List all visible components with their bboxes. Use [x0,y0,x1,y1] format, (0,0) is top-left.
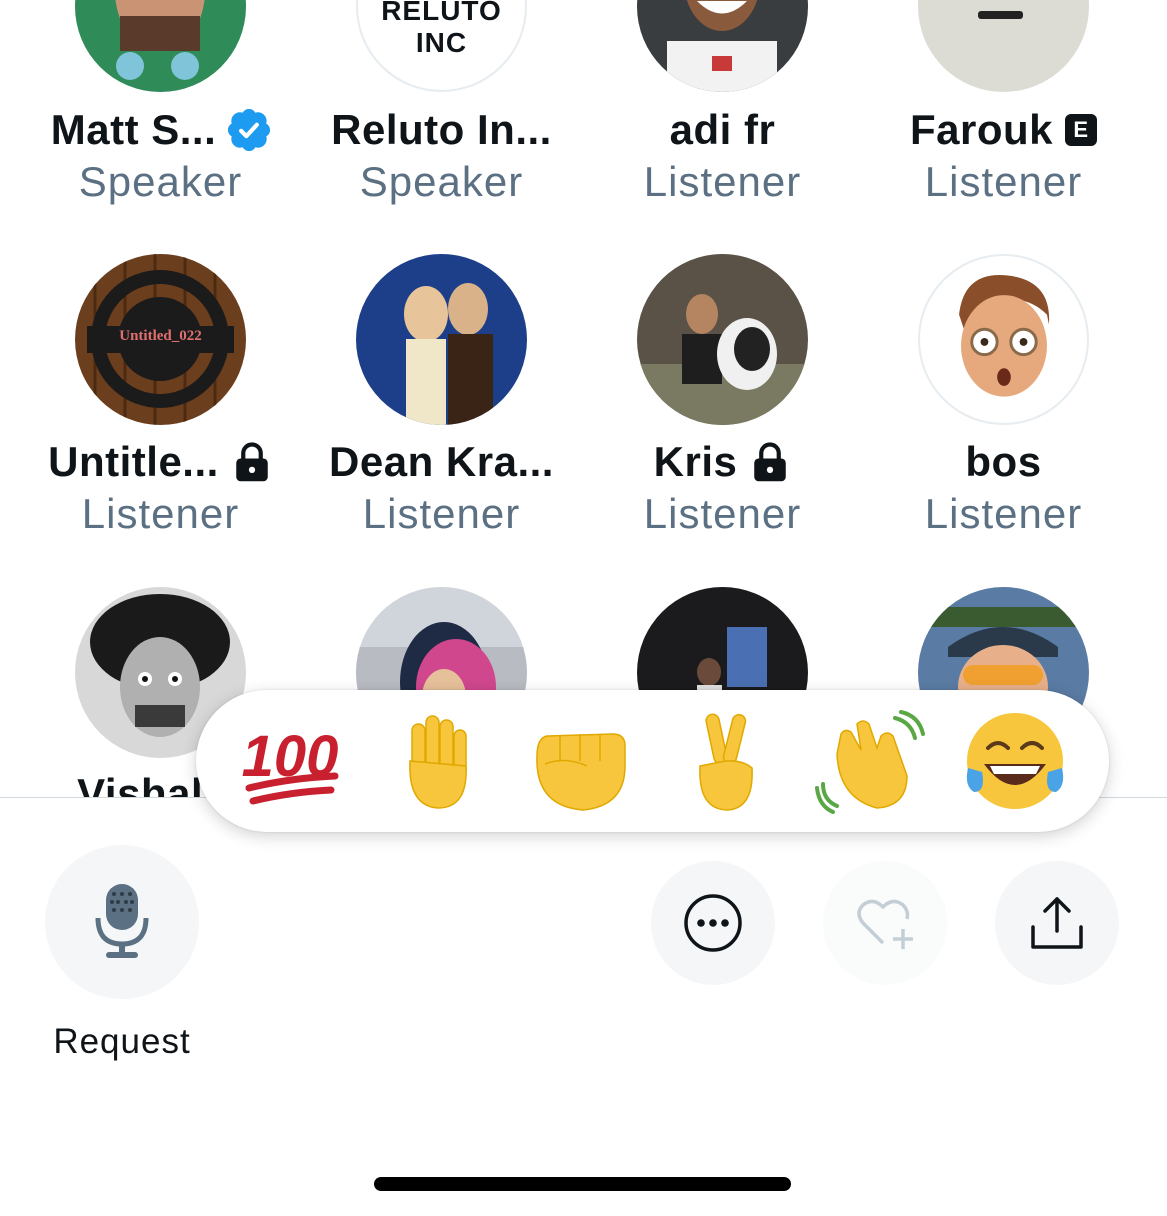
participant-name: Dean Kra... [329,438,554,485]
participant-name: Kris [653,438,738,485]
avatar[interactable] [356,254,527,425]
avatar[interactable] [918,254,1089,425]
participant-role: Speaker [359,158,524,205]
avatar-logo-text: RELUTO INC [381,0,502,58]
participants-grid: Matt S... Speaker RELUTO INC Reluto In..… [0,0,1167,797]
participant-name: bos [965,438,1042,485]
avatar[interactable] [75,0,246,92]
tears-of-joy-icon[interactable] [960,706,1070,816]
avatar[interactable]: RELUTO INC [356,0,527,92]
avatar-logo-text: Untitled_022 [119,328,202,344]
avatar[interactable]: Untitled_022 [75,254,246,425]
avatar[interactable] [637,0,808,92]
more-button[interactable] [651,861,775,985]
microphone-icon [95,884,149,958]
participant-role: Speaker [78,158,243,205]
raised-fist-icon[interactable] [525,706,635,816]
avatar[interactable] [918,0,1089,92]
participant-role: Listener [362,490,521,537]
participant-name: adi fr [669,106,776,153]
waving-hand-icon[interactable] [814,706,925,816]
hundred-points-icon[interactable]: 100 [235,706,345,816]
reaction-bar: 100 [196,690,1109,832]
more-icon [684,894,742,952]
participant-role: Listener [643,158,802,205]
participant-role: Listener [924,490,1083,537]
lock-icon [236,442,268,482]
participant-role: Listener [81,490,240,537]
participant-name: Matt S... [50,106,217,153]
participant-role: Listener [643,490,802,537]
share-icon [1031,897,1083,949]
heart-plus-icon [857,899,913,949]
participant-name: Reluto In... [331,106,552,153]
victory-hand-icon[interactable] [670,706,780,816]
lock-icon [754,442,787,482]
verified-icon [228,109,271,151]
request-mic-button[interactable] [45,845,199,999]
share-button[interactable] [995,861,1119,985]
heart-button[interactable] [823,861,947,985]
request-label: Request [53,1022,191,1061]
participant-role: Listener [924,158,1083,205]
home-indicator[interactable] [374,1177,791,1191]
e-badge-icon: E [1065,114,1098,146]
participant-name: Untitle... [48,438,219,485]
participant-name: Farouk [909,106,1054,153]
raised-hand-icon[interactable] [380,706,490,816]
avatar[interactable] [637,254,808,425]
